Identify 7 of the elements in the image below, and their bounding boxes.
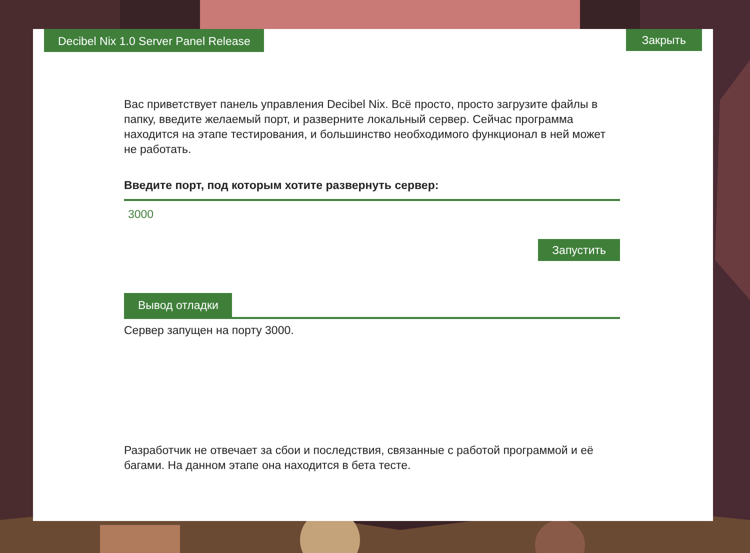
disclaimer-text: Разработчик не отвечает за сбои и последствия, связанные с работой программой и её багами. На данном этапе она находится в бета тесте.	[124, 444, 594, 474]
debug-output: Сервер запущен на порту 3000.	[124, 324, 295, 338]
intro-text: Вас приветствует панель управления Decibel Nix. Всё просто, просто загрузите файлы в папку, введите желаемый порт, и разверните локальный сервер. Сейчас программа находится на этапе тестирования, и большинство необходимого функционал в ней может не работать.	[124, 98, 606, 158]
window-title: Decibel Nix 1.0 Server Panel Release	[44, 29, 264, 52]
close-button[interactable]: Закрыть	[626, 29, 702, 51]
port-label: Введите порт, под которым хотите развернуть сервер:	[124, 179, 440, 194]
start-button[interactable]: Запустить	[538, 238, 620, 260]
